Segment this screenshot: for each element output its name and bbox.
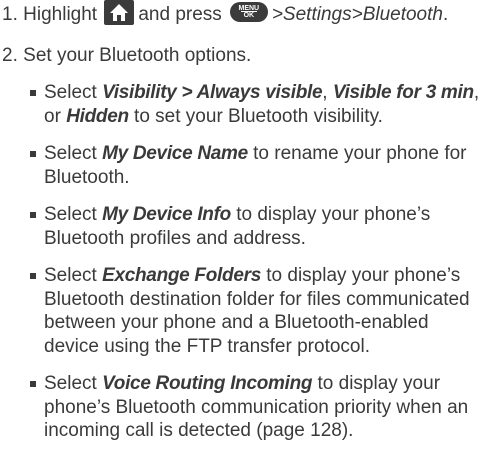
menu-term: Hidden (66, 105, 129, 127)
bluetooth-options-list: Select Visibility > Always visible, Visi… (30, 81, 485, 457)
list-item: Select My Device Info to display your ph… (30, 203, 485, 250)
menu-term: Voice Routing Incoming (102, 373, 313, 394)
bullet-icon (30, 212, 36, 218)
step-1-and-press-text: and press (138, 4, 222, 25)
home-key-icon (104, 0, 135, 25)
bullet-icon (30, 151, 36, 157)
list-item: Select Exchange Folders to display your … (30, 264, 485, 358)
path-separator: > (271, 4, 283, 25)
bullet-icon (30, 381, 36, 387)
step-1: 1. Highlight and press MENU OK >Settings>Bl… (2, 0, 448, 28)
menu-term: My Device Name (102, 143, 248, 164)
menu-ok-key-icon: MENU OK (229, 2, 268, 22)
bullet-icon (30, 90, 36, 96)
step-2-text: Set your Bluetooth options. (23, 45, 252, 66)
step-number: 2. (2, 45, 18, 66)
path-bluetooth: Bluetooth (362, 4, 443, 25)
path-separator: > (351, 4, 363, 25)
menu-term: Always visible (196, 82, 323, 103)
manual-page: 1. Highlight and press MENU OK >Settings>Bl… (0, 0, 490, 441)
step-2: 2. Set your Bluetooth options. (2, 43, 251, 69)
step-1-highlight-text: Highlight (23, 4, 98, 25)
step-number: 1. (2, 4, 18, 25)
list-item: Select Visibility > Always visible, Visi… (30, 81, 485, 128)
menu-term: Visibility (102, 82, 177, 103)
list-item: Select My Device Name to rename your pho… (30, 142, 485, 189)
menu-term: Visible for 3 min (332, 82, 474, 103)
path-settings: Settings (282, 4, 352, 25)
menu-term: Exchange Folders (102, 265, 261, 286)
bullet-icon (30, 273, 36, 279)
menu-term: My Device Info (102, 204, 231, 225)
list-item: Select Voice Routing Incoming to display… (30, 372, 485, 443)
